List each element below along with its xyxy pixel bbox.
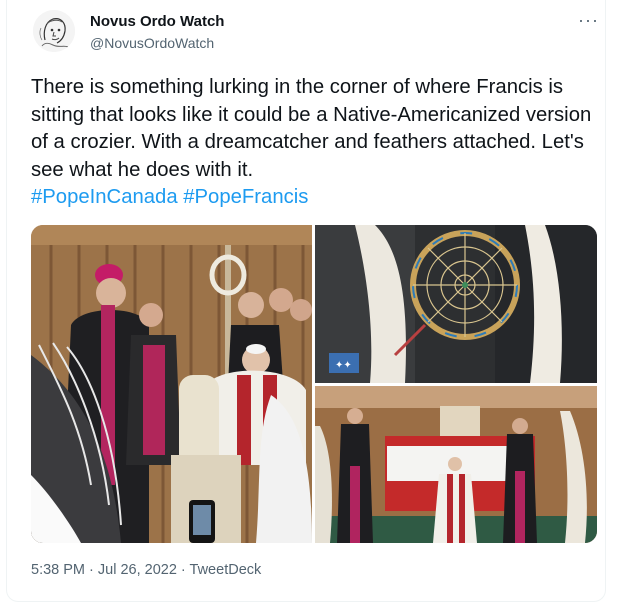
dreamcatcher-illustration: ✦✦ — [315, 225, 597, 383]
tweet-card: Novus Ordo Watch @NovusOrdoWatch ··· The… — [6, 0, 606, 602]
tweet-date[interactable]: Jul 26, 2022 — [98, 562, 177, 578]
sketch-portrait-avatar-icon — [33, 10, 75, 52]
author-avatar[interactable] — [33, 10, 75, 52]
author-handle[interactable]: @NovusOrdoWatch — [90, 35, 214, 51]
svg-text:✦✦: ✦✦ — [335, 360, 352, 371]
media-grid: ✦✦ — [31, 225, 597, 543]
hashtag-popeincanada[interactable]: #PopeInCanada — [31, 186, 178, 208]
tweet-source[interactable]: TweetDeck — [190, 562, 262, 578]
tweet-body: There is something lurking in the corner… — [31, 76, 592, 181]
altar-illustration — [315, 386, 597, 543]
meta-separator: · — [85, 562, 98, 578]
photo-altar-wide[interactable] — [315, 386, 597, 543]
church-interior-illustration — [31, 225, 312, 543]
meta-separator-2: · — [176, 562, 190, 578]
author-name[interactable]: Novus Ordo Watch — [90, 13, 224, 30]
hashtag-popefrancis[interactable]: #PopeFrancis — [183, 186, 308, 208]
tweet-text: There is something lurking in the corner… — [31, 74, 603, 212]
photo-church-interior[interactable] — [31, 225, 312, 543]
more-dots-icon[interactable]: ··· — [578, 10, 599, 31]
photo-dreamcatcher-closeup[interactable]: ✦✦ — [315, 225, 597, 383]
tweet-meta: 5:38 PM · Jul 26, 2022 · TweetDeck — [31, 562, 261, 578]
tweet-time[interactable]: 5:38 PM — [31, 562, 85, 578]
